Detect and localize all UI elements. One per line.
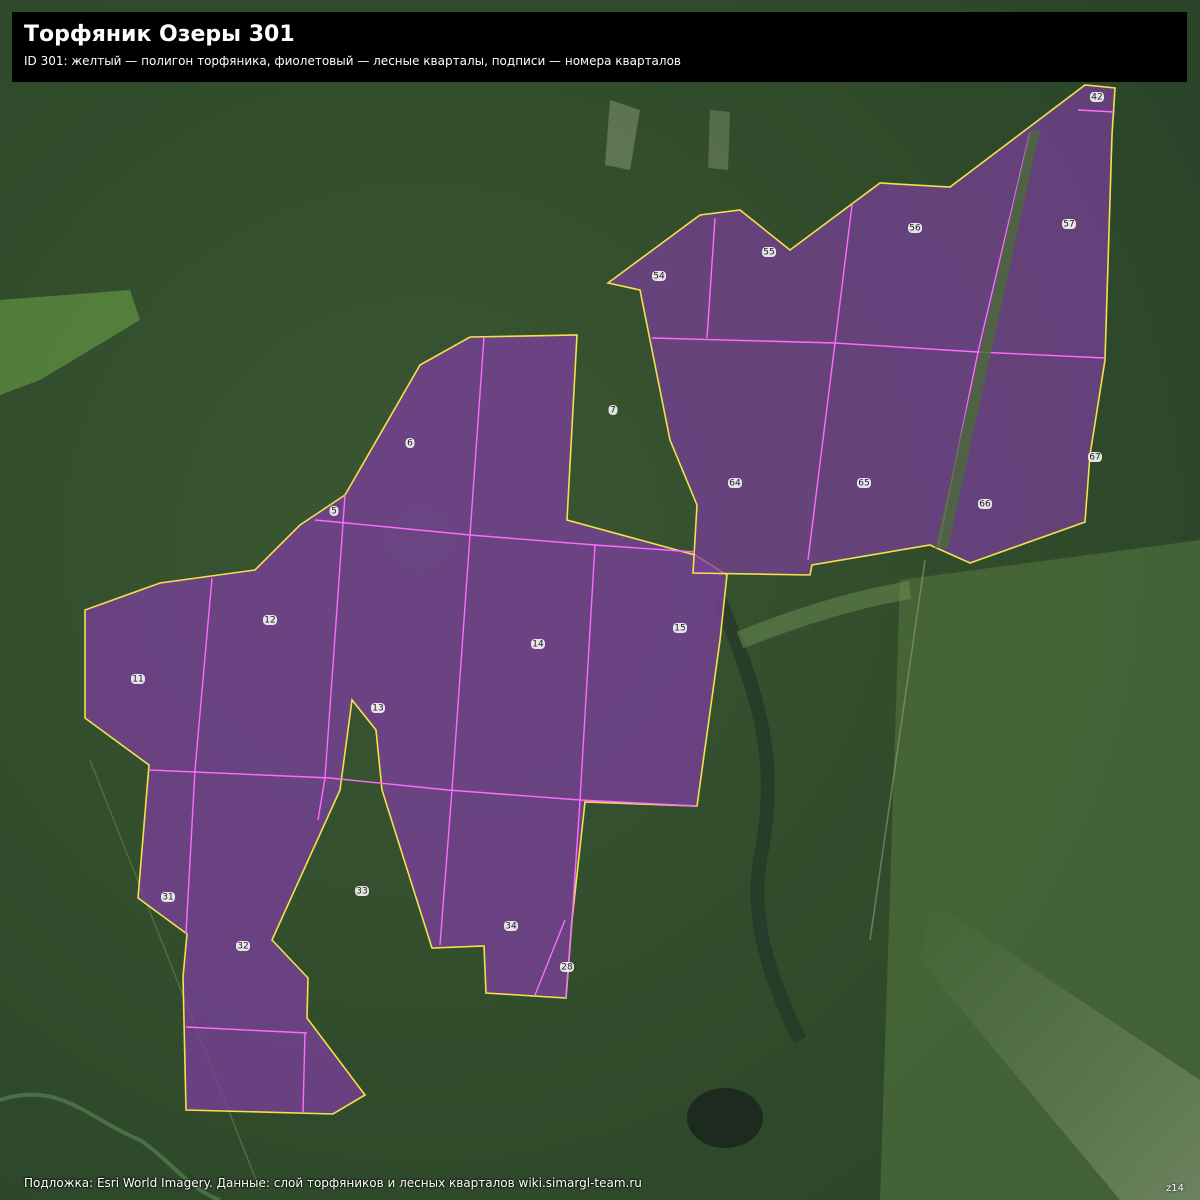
quarter-label-33: 33 bbox=[355, 886, 369, 897]
quarter-number: 13 bbox=[372, 704, 383, 714]
quarter-label-12: 12 bbox=[263, 615, 277, 626]
quarter-label-65: 65 bbox=[857, 478, 871, 489]
quarter-number: 15 bbox=[674, 624, 685, 634]
quarter-label-28: 28 bbox=[560, 962, 574, 973]
quarter-label-31: 31 bbox=[161, 892, 175, 903]
map-canvas[interactable]: 42545556 5776564 6566671211141513333132342… bbox=[0, 0, 1200, 1200]
quarter-label-6: 6 bbox=[405, 438, 415, 449]
quarter-label-42: 42 bbox=[1090, 92, 1104, 103]
quarter-label-55: 55 bbox=[762, 247, 776, 258]
quarter-number: 55 bbox=[763, 248, 774, 258]
quarter-number: 28 bbox=[561, 963, 573, 973]
quarter-number: 33 bbox=[356, 887, 367, 897]
map-subtitle: ID 301: желтый — полигон торфяника, фиол… bbox=[24, 54, 681, 68]
quarter-number: 42 bbox=[1091, 93, 1102, 103]
quarter-number: 67 bbox=[1089, 453, 1100, 463]
quarter-label-14: 14 bbox=[531, 639, 545, 650]
quarter-number: 5 bbox=[331, 507, 337, 517]
quarter-number: 11 bbox=[132, 675, 143, 685]
quarter-number: 6 bbox=[407, 439, 413, 449]
quarter-number: 64 bbox=[729, 479, 741, 489]
quarter-label-67: 67 bbox=[1088, 452, 1102, 463]
quarter-label-34: 34 bbox=[504, 921, 518, 932]
quarter-label-66: 66 bbox=[978, 499, 992, 510]
quarter-number: 54 bbox=[653, 272, 665, 282]
quarter-label-13: 13 bbox=[371, 703, 385, 714]
quarter-label-5: 5 bbox=[329, 506, 339, 517]
quarter-label-7: 7 bbox=[608, 405, 618, 416]
quarter-number: 7 bbox=[610, 406, 616, 416]
quarter-label-32: 32 bbox=[236, 941, 250, 952]
quarter-number: 56 bbox=[909, 224, 921, 234]
quarter-number: 14 bbox=[532, 640, 544, 650]
quarter-label-64: 64 bbox=[728, 478, 742, 489]
quarter-label-56: 56 bbox=[908, 223, 922, 234]
quarter-number: 57 bbox=[1063, 220, 1074, 230]
map-title: Торфяник Озеры 301 bbox=[24, 22, 295, 47]
attribution-text: Подложка: Esri World Imagery. Данные: сл… bbox=[24, 1176, 642, 1190]
quarter-number: 34 bbox=[505, 922, 517, 932]
quarter-number: 65 bbox=[858, 479, 869, 489]
quarter-label-11: 11 bbox=[131, 674, 145, 685]
quarter-label-57: 57 bbox=[1062, 219, 1076, 230]
quarter-number: 32 bbox=[237, 942, 248, 952]
zoom-level: z14 bbox=[1166, 1183, 1184, 1194]
quarter-number: 66 bbox=[979, 500, 991, 510]
title-panel: Торфяник Озеры 301 ID 301: желтый — поли… bbox=[12, 12, 1187, 82]
lake-shape bbox=[687, 1088, 763, 1148]
quarter-label-15: 15 bbox=[673, 623, 687, 634]
quarter-number: 31 bbox=[162, 893, 173, 903]
quarter-label-54: 54 bbox=[652, 271, 666, 282]
quarter-number: 12 bbox=[264, 616, 275, 626]
